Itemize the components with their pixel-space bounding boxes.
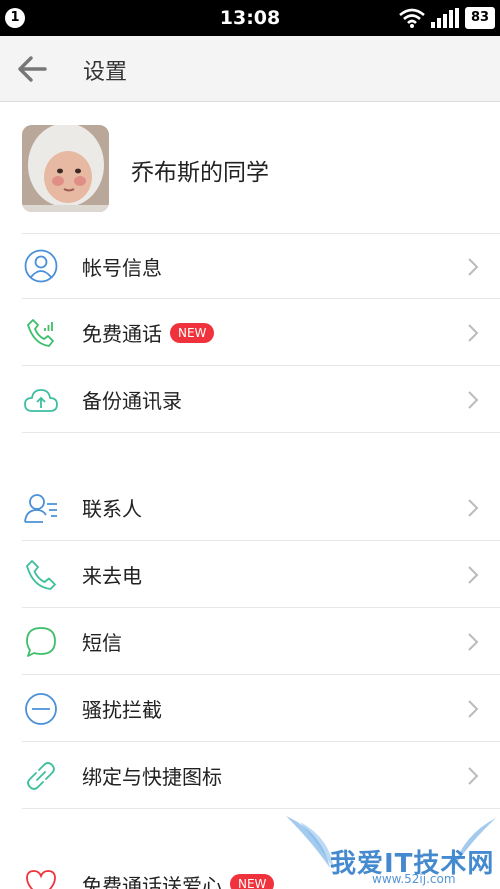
menu-item-label: 帐号信息 xyxy=(82,255,162,280)
chevron-right-icon xyxy=(468,633,479,651)
avatar[interactable] xyxy=(22,125,109,212)
menu-item-sms[interactable]: 短信 xyxy=(22,609,500,675)
status-time: 13:08 xyxy=(219,7,281,29)
back-arrow-icon xyxy=(18,56,47,82)
app-header: 设置 xyxy=(0,36,500,102)
profile-name: 乔布斯的同学 xyxy=(131,160,269,186)
new-badge: NEW xyxy=(230,874,275,889)
new-badge: NEW xyxy=(170,322,215,343)
menu-item-label: 短信 xyxy=(82,631,122,655)
signal-icon xyxy=(431,8,459,28)
status-bar: 1 13:08 83 xyxy=(0,0,500,36)
chevron-right-icon xyxy=(468,258,479,276)
back-button[interactable] xyxy=(12,50,52,88)
menu-item-binding-shortcut[interactable]: 绑定与快捷图标 xyxy=(22,743,500,809)
menu-item-label: 免费通话送爱心 xyxy=(82,873,222,889)
menu-item-backup-contacts[interactable]: 备份通讯录 xyxy=(22,367,500,433)
menu-item-account-info[interactable]: 帐号信息 xyxy=(22,233,500,299)
profile-row[interactable]: 乔布斯的同学 xyxy=(0,103,500,225)
chevron-right-icon xyxy=(468,499,479,517)
cloud-upload-icon xyxy=(22,381,60,419)
watermark-url: www.52ij.com xyxy=(372,872,456,886)
heart-icon xyxy=(22,865,60,889)
chevron-right-icon xyxy=(468,391,479,409)
menu-item-label: 来去电 xyxy=(82,564,142,588)
block-icon xyxy=(22,690,60,728)
phone-icon xyxy=(22,556,60,594)
avatar-image xyxy=(22,125,109,212)
chevron-right-icon xyxy=(468,566,479,584)
chevron-right-icon xyxy=(468,767,479,785)
wifi-icon xyxy=(399,8,425,28)
menu-item-label: 备份通讯录 xyxy=(82,389,182,413)
menu-item-label: 骚扰拦截 xyxy=(82,698,162,722)
account-icon xyxy=(22,247,60,285)
call-signal-icon xyxy=(22,314,60,352)
chevron-right-icon xyxy=(468,700,479,718)
message-icon xyxy=(22,623,60,661)
contacts-icon xyxy=(22,489,60,527)
menu-item-call-log[interactable]: 来去电 xyxy=(22,542,500,608)
menu-item-label: 绑定与快捷图标 xyxy=(82,765,222,789)
menu-item-free-call[interactable]: 免费通话 NEW xyxy=(22,300,500,366)
page-title: 设置 xyxy=(83,60,128,85)
menu-item-harassment-block[interactable]: 骚扰拦截 xyxy=(22,676,500,742)
menu-item-label: 免费通话 xyxy=(82,322,162,346)
menu-item-contacts[interactable]: 联系人 xyxy=(22,475,500,541)
chevron-right-icon xyxy=(468,324,479,342)
menu-item-label: 联系人 xyxy=(82,497,142,521)
battery-indicator: 83 xyxy=(465,7,495,29)
link-icon xyxy=(22,757,60,795)
